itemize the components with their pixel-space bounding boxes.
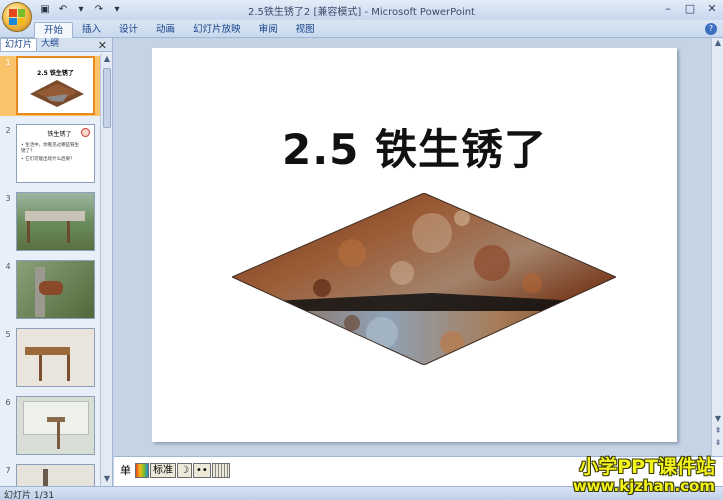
ime-moon-icon[interactable]: ☽	[177, 462, 192, 478]
ime-keyboard-icon[interactable]	[211, 462, 230, 478]
thumbnail-number: 2	[5, 126, 11, 135]
scroll-up-icon[interactable]: ▲	[712, 38, 723, 48]
minimize-icon[interactable]: –	[661, 2, 675, 16]
ribbon-tab-bar: 开始 插入 设计 动画 幻灯片放映 审阅 视图 ?	[0, 20, 723, 38]
ime-logo-icon[interactable]	[135, 462, 149, 478]
close-icon[interactable]: ✕	[705, 2, 719, 16]
thumbnail-number: 6	[5, 398, 11, 407]
tab-animations[interactable]: 动画	[147, 22, 184, 38]
tab-slides[interactable]: 幻灯片	[0, 38, 38, 51]
office-logo-icon	[9, 9, 25, 25]
slide-thumbnail-7[interactable]: 7	[0, 464, 100, 486]
tab-design[interactable]: 设计	[110, 22, 147, 38]
watermark: 小学PPT课件站 www.kjzhan.com	[573, 452, 715, 495]
slide-thumbnail-1[interactable]: 1 2.5 铁生锈了	[0, 56, 100, 116]
slide-indicator: 幻灯片 1/31	[4, 491, 55, 500]
rust-diamond-image[interactable]	[232, 193, 616, 365]
ime-punctuation-icon[interactable]: ••	[192, 462, 211, 478]
thumbnail-number: 5	[5, 330, 11, 339]
slide-scrollbar[interactable]: ▲ ▼ ⇞ ⇟	[711, 38, 723, 456]
tab-view[interactable]: 视图	[287, 22, 324, 38]
thumbnail-bullet: • 它们可能出现什么后果？	[21, 157, 75, 162]
scrollbar-thumb[interactable]	[103, 68, 111, 128]
notes-placeholder-text: 单	[120, 464, 131, 477]
slide-title[interactable]: 2.5 铁生锈了	[152, 116, 677, 177]
thumbnail-number: 4	[5, 262, 11, 271]
watermark-url: www.kjzhan.com	[572, 477, 715, 495]
thumbnail-number: 3	[5, 194, 11, 203]
thumbnail-bullet: • 生活中，你看见过哪些铁生锈了？	[21, 143, 80, 154]
tab-insert[interactable]: 插入	[73, 22, 110, 38]
thumbnail-photo	[16, 328, 95, 387]
slide-canvas[interactable]: 2.5 铁生锈了	[152, 48, 677, 442]
thumbnail-photo	[16, 260, 95, 319]
tab-home[interactable]: 开始	[34, 22, 74, 38]
slide-editor: 2.5 铁生锈了	[114, 38, 711, 456]
window-title: 2.5铁生锈了2 [兼容模式] - Microsoft PowerPoint	[248, 7, 475, 18]
window-controls: – □ ✕	[661, 2, 719, 16]
panel-tabs: 幻灯片 大纲 ✕	[0, 38, 112, 52]
title-bar: ▣ ↶ ▾ ↷ ▾ 2.5铁生锈了2 [兼容模式] - Microsoft Po…	[0, 0, 723, 20]
thumbnail-number: 1	[5, 58, 11, 67]
tab-slideshow[interactable]: 幻灯片放映	[184, 22, 250, 38]
previous-slide-icon[interactable]: ⇞	[712, 426, 723, 436]
slide-thumbnail-2[interactable]: 2 铁生锈了 • 生活中，你看见过哪些铁生锈了？ • 它们可能出现什么后果？	[0, 124, 100, 184]
help-icon[interactable]: ?	[705, 23, 717, 35]
slide-thumbnail-6[interactable]: 6	[0, 396, 100, 456]
maximize-icon[interactable]: □	[683, 2, 697, 16]
panel-close-icon[interactable]: ✕	[98, 39, 107, 52]
thumbnail-photo	[16, 464, 95, 486]
slide-thumbnail-3[interactable]: 3	[0, 192, 100, 252]
thumbnail-preview: 铁生锈了 • 生活中，你看见过哪些铁生锈了？ • 它们可能出现什么后果？	[16, 124, 95, 183]
slides-panel: 幻灯片 大纲 ✕ 1 2.5 铁生锈了 2 铁生锈了 • 生活中，你看见过哪些铁…	[0, 38, 113, 486]
scroll-down-icon[interactable]: ▼	[712, 414, 723, 424]
next-slide-icon[interactable]: ⇟	[712, 438, 723, 448]
slide-thumbnail-4[interactable]: 4	[0, 260, 100, 320]
slide-thumbnail-5[interactable]: 5	[0, 328, 100, 388]
scroll-up-icon[interactable]: ▲	[101, 54, 113, 66]
thumbnail-preview: 2.5 铁生锈了	[16, 56, 95, 115]
thumbnail-number: 7	[5, 466, 11, 475]
rust-diamond-thumbnail	[30, 80, 84, 107]
ribbon-tabs: 开始 插入 设计 动画 幻灯片放映 审阅 视图	[34, 22, 324, 38]
ime-toolbar: 单 标准 ☽ ••	[120, 462, 230, 478]
thumbnail-photo	[16, 396, 95, 455]
office-button[interactable]	[2, 2, 32, 32]
watermark-title: 小学PPT课件站	[579, 456, 715, 478]
scroll-down-icon[interactable]: ▼	[101, 474, 113, 486]
tab-outline[interactable]: 大纲	[37, 38, 63, 51]
cartoon-face-icon	[81, 128, 90, 137]
thumbnail-list: 1 2.5 铁生锈了 2 铁生锈了 • 生活中，你看见过哪些铁生锈了？ • 它们…	[0, 54, 100, 486]
thumbnail-photo	[16, 192, 95, 251]
thumbnail-scrollbar[interactable]: ▲ ▼	[100, 54, 112, 486]
tab-review[interactable]: 审阅	[250, 22, 287, 38]
ime-mode-button[interactable]: 标准	[150, 462, 176, 478]
